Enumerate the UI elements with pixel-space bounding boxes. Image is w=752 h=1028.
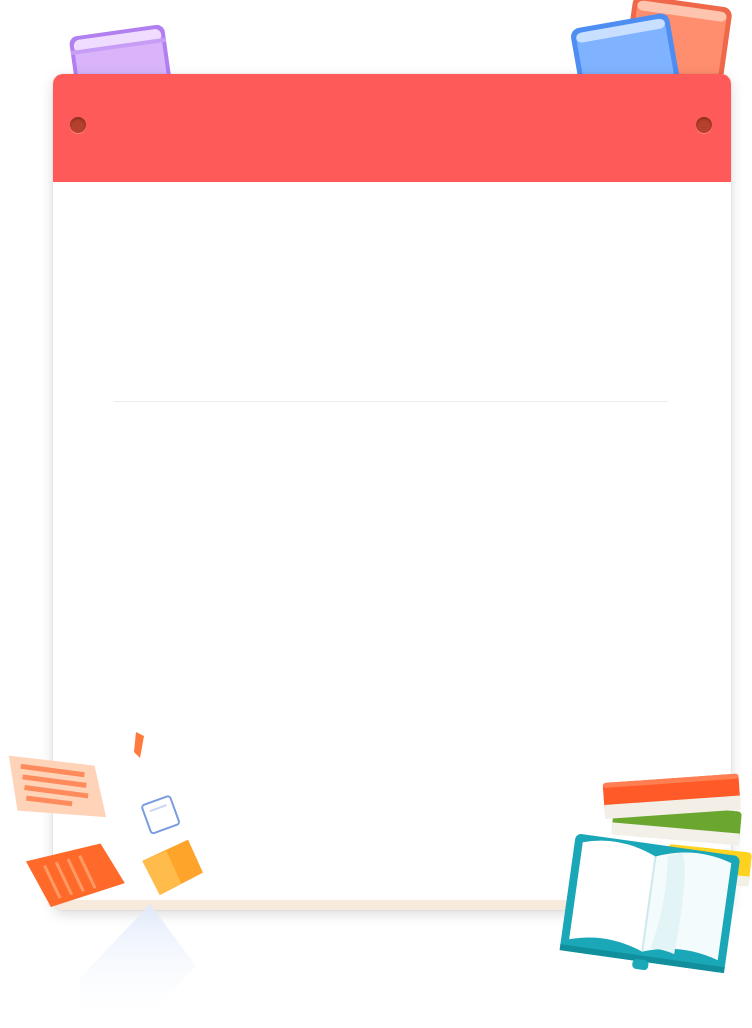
card-header bbox=[53, 74, 731, 182]
flying-papers-icon bbox=[8, 732, 203, 1028]
pin-icon bbox=[696, 117, 712, 133]
book-pair-icon bbox=[571, 0, 732, 84]
book-stack-icon bbox=[559, 773, 752, 974]
divider-line bbox=[114, 401, 668, 402]
page bbox=[0, 0, 752, 1028]
pin-icon bbox=[70, 117, 86, 133]
